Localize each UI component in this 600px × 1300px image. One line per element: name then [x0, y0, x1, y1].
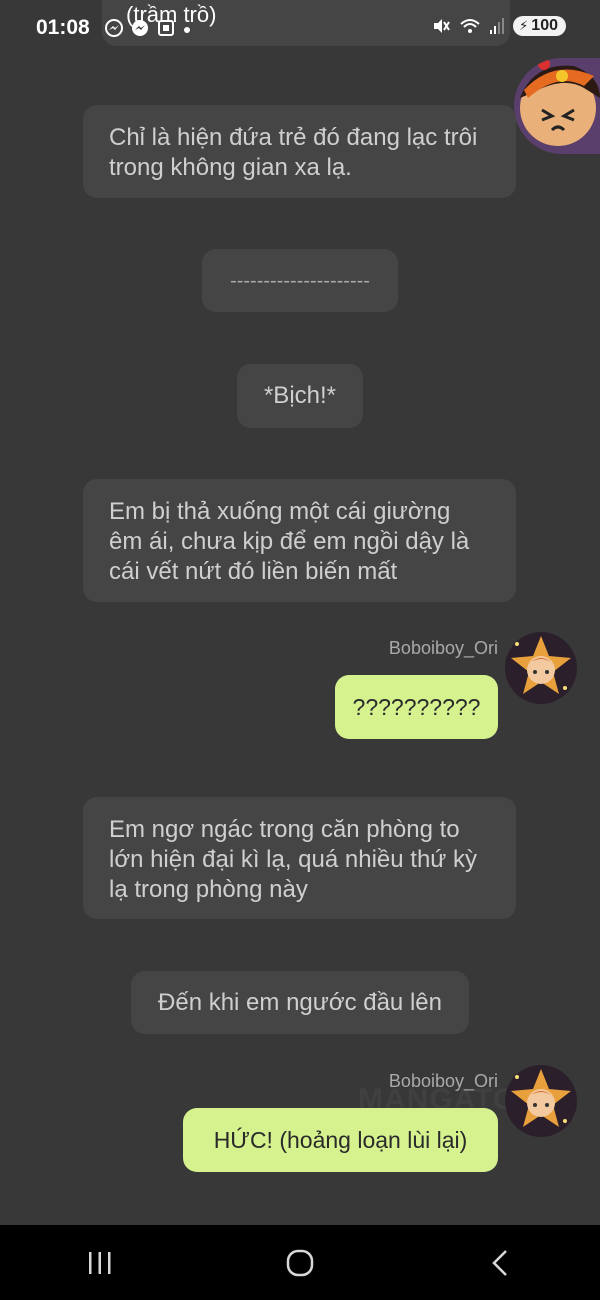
status-time: 01:08	[36, 16, 90, 39]
user-message-text: ??????????	[352, 693, 481, 720]
narration-bubble: Em bị thả xuống một cái giường êm ái, ch…	[83, 479, 516, 602]
user-avatar[interactable]	[505, 632, 577, 704]
narration-bubble: Em ngơ ngác trong căn phòng to lớn hiện …	[83, 797, 516, 919]
notification-icons	[104, 18, 192, 38]
dot-icon	[184, 27, 190, 33]
system-icons: ⚡ 100	[431, 16, 566, 36]
chat-screen: (trầm trồ) 01:08 ⚡ 100 Chỉ là hiện đứa t…	[0, 0, 600, 1300]
messenger-icon	[132, 20, 148, 36]
wifi-icon	[460, 19, 480, 33]
narration-text: Em ngơ ngác trong căn phòng to lớn hiện …	[109, 816, 478, 903]
home-button[interactable]	[270, 1233, 330, 1293]
screenshot-icon	[158, 20, 174, 36]
recent-apps-icon	[89, 1251, 111, 1274]
narration-bubble: Chỉ là hiện đứa trẻ đó đang lạc trôi tro…	[83, 105, 516, 198]
narration-text: Đến khi em ngước đầu lên	[158, 988, 442, 1016]
user-message-bubble: HỨC! (hoảng loạn lùi lại)	[183, 1108, 498, 1172]
recent-apps-button[interactable]	[70, 1233, 130, 1293]
user-message-text: HỨC! (hoảng loạn lùi lại)	[213, 1126, 468, 1153]
back-button[interactable]	[470, 1233, 530, 1293]
back-icon	[492, 1249, 507, 1276]
mute-icon	[434, 19, 451, 33]
messenger-icon	[105, 19, 123, 37]
narration-text: *Bịch!*	[263, 382, 337, 409]
narration-text: Chỉ là hiện đứa trẻ đó đang lạc trôi tro…	[109, 124, 478, 181]
user-message-bubble: ??????????	[335, 675, 498, 739]
narration-bubble: *Bịch!*	[237, 364, 363, 428]
home-icon	[286, 1249, 314, 1276]
battery-level: 100	[531, 17, 558, 34]
username[interactable]: Boboiboy_Ori	[389, 638, 498, 659]
signal-icon	[490, 18, 505, 34]
user-avatar[interactable]	[505, 1065, 577, 1137]
character-avatar[interactable]	[514, 58, 600, 154]
narration-bubble: ---------------------	[202, 249, 398, 312]
narration-bubble: Đến khi em ngước đầu lên	[131, 971, 469, 1034]
separator-text: ---------------------	[230, 269, 370, 292]
navigation-bar	[0, 1225, 600, 1300]
battery-icon: ⚡ 100	[513, 16, 566, 36]
username[interactable]: Boboiboy_Ori	[389, 1071, 498, 1092]
narration-text: Em bị thả xuống một cái giường êm ái, ch…	[109, 498, 470, 585]
